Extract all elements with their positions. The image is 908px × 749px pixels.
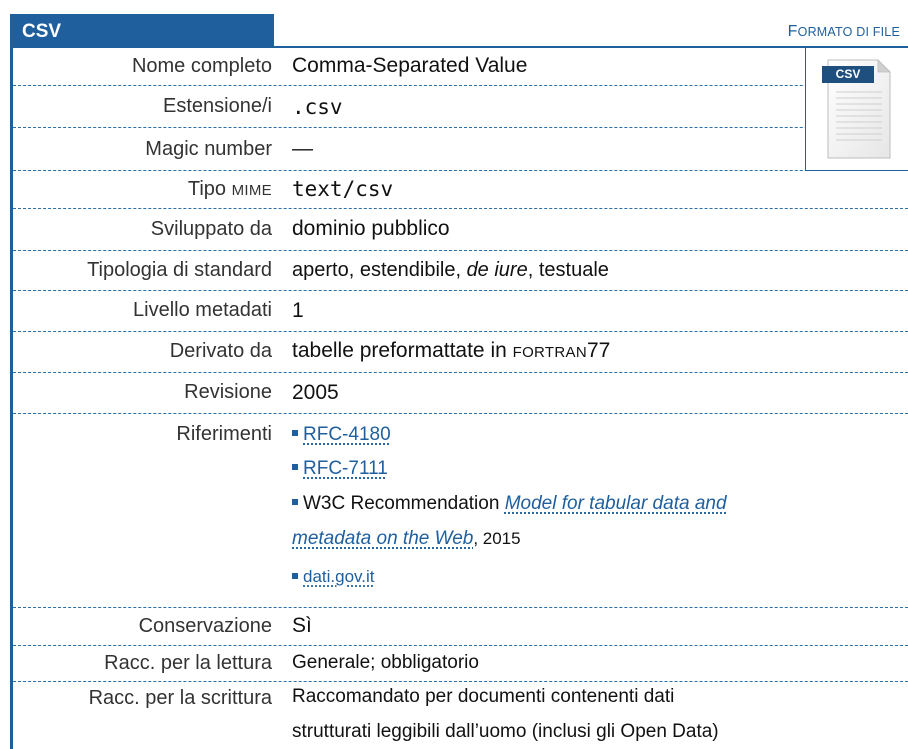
ref-item: RFC-4180 <box>292 424 391 446</box>
row-label: Magic number <box>145 138 272 160</box>
link-w3c-recommendation-cont[interactable]: metadata on the Web <box>292 528 473 549</box>
file-icon-panel: CSV <box>805 48 908 171</box>
bullet-icon <box>292 498 298 505</box>
category-label: FORMATO DI FILE <box>787 23 900 40</box>
row-value: tabelle preformattate in FORTRAN77 <box>292 339 611 362</box>
row-value-continued: strutturati leggibili dall’uomo (inclusi… <box>292 721 719 742</box>
row-value: Sì <box>292 614 312 637</box>
row-label: Estensione/i <box>163 95 272 117</box>
ref-item: W3C Recommendation Model for tabular dat… <box>292 493 727 515</box>
row-value: aperto, estendibile, de iure, testuale <box>292 259 609 281</box>
ref-item: RFC-7111 <box>292 458 388 480</box>
link-rfc-7111[interactable]: RFC-7111 <box>303 458 388 479</box>
row-value: .csv <box>292 95 343 119</box>
link-rfc-4180[interactable]: RFC-4180 <box>303 424 391 445</box>
row-conservazione: Conservazione Sì <box>13 608 908 646</box>
row-label: Tipologia di standard <box>87 259 272 281</box>
card-header: CSV FORMATO DI FILE <box>10 14 908 48</box>
bullet-icon <box>292 572 298 579</box>
row-value: — <box>292 137 313 160</box>
row-label: Racc. per la scrittura <box>88 687 272 709</box>
file-icon-label: CSV <box>835 67 861 81</box>
row-label: Conservazione <box>138 615 272 637</box>
row-label: Derivato da <box>169 340 272 362</box>
ref-item-continued: metadata on the Web, 2015 <box>292 528 521 549</box>
row-revisione: Revisione 2005 <box>13 373 908 414</box>
format-title: CSV <box>10 14 274 48</box>
bullet-icon <box>292 429 298 436</box>
row-value: Generale; obbligatorio <box>292 652 479 673</box>
row-sviluppato-da: Sviluppato da dominio pubblico <box>13 209 908 251</box>
link-dati-gov-it[interactable]: dati.gov.it <box>303 567 375 586</box>
row-livello-metadati: Livello metadati 1 <box>13 291 908 332</box>
row-derivato-da: Derivato da tabelle preformattate in FOR… <box>13 332 908 373</box>
row-value: 2005 <box>292 381 339 404</box>
row-tipologia: Tipologia di standard aperto, estendibil… <box>13 251 908 291</box>
row-label: Racc. per la lettura <box>104 652 272 674</box>
row-label: Sviluppato da <box>150 218 272 240</box>
row-label: Revisione <box>184 381 272 403</box>
row-label: Livello metadati <box>133 299 272 321</box>
row-racc-scrittura: Racc. per la scrittura Raccomandato per … <box>13 682 908 749</box>
row-label: Tipo MIME <box>187 178 272 200</box>
row-magic-number: Magic number — <box>13 128 908 171</box>
row-estensione: Estensione/i .csv <box>13 86 908 128</box>
bullet-icon <box>292 463 298 470</box>
row-value: Raccomandato per documenti contenenti da… <box>292 686 675 707</box>
row-value: text/csv <box>292 177 394 201</box>
row-racc-lettura: Racc. per la lettura Generale; obbligato… <box>13 646 908 682</box>
ref-item: dati.gov.it <box>292 567 375 587</box>
row-nome-completo: Nome completo Comma-Separated Value <box>13 48 908 86</box>
row-value: 1 <box>292 299 304 322</box>
row-value: dominio pubblico <box>292 217 450 240</box>
row-value: Comma-Separated Value <box>292 54 528 77</box>
link-w3c-recommendation[interactable]: Model for tabular data and <box>505 493 727 514</box>
row-label: Riferimenti <box>176 423 272 445</box>
row-label: Nome completo <box>131 55 272 77</box>
row-riferimenti: Riferimenti RFC-4180 RFC-7111 W3C Recomm… <box>13 414 908 608</box>
row-tipo-mime: Tipo MIME text/csv <box>13 171 908 209</box>
